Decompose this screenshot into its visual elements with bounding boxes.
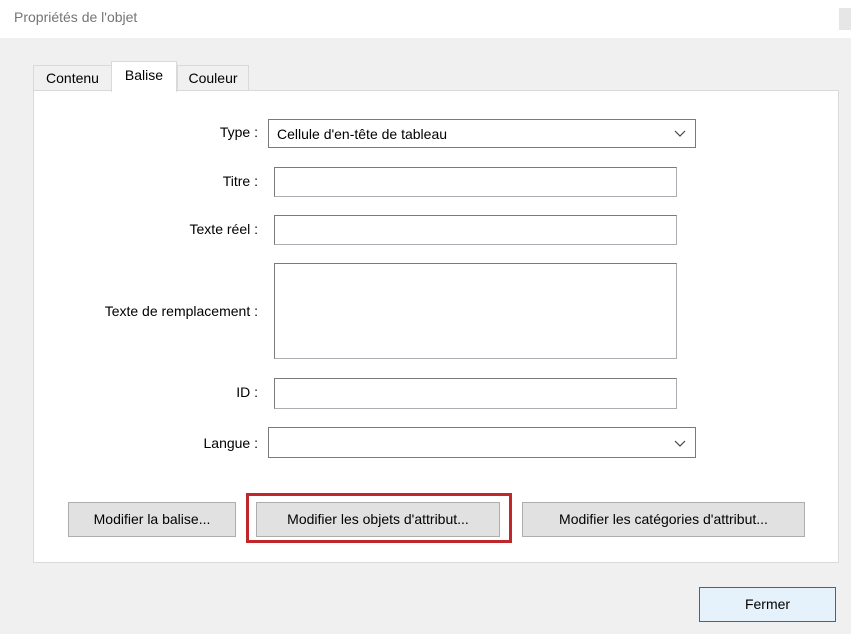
langue-select[interactable] [268, 427, 696, 458]
titre-label: Titre : [222, 173, 258, 189]
texte-reel-input[interactable] [274, 215, 677, 245]
tab-contenu[interactable]: Contenu [33, 65, 112, 91]
texte-reel-label: Texte réel : [189, 221, 258, 237]
id-label: ID : [236, 384, 258, 400]
title-bar-edge [839, 8, 851, 30]
tab-balise[interactable]: Balise [111, 61, 177, 92]
type-select-value: Cellule d'en-tête de tableau [277, 126, 448, 142]
id-input[interactable] [274, 378, 677, 409]
chevron-down-icon [674, 130, 686, 137]
modifier-objets-attribut-button[interactable]: Modifier les objets d'attribut... [256, 502, 500, 537]
modifier-balise-button[interactable]: Modifier la balise... [68, 502, 236, 537]
langue-label: Langue : [203, 435, 259, 451]
window-title: Propriétés de l'objet [14, 9, 138, 25]
type-select[interactable]: Cellule d'en-tête de tableau [268, 119, 696, 148]
chevron-down-icon [674, 440, 686, 447]
balise-tab-panel: Type : Cellule d'en-tête de tableau Titr… [33, 90, 839, 563]
title-bar: Propriétés de l'objet [0, 0, 851, 38]
tab-couleur[interactable]: Couleur [177, 65, 249, 91]
titre-input[interactable] [274, 167, 677, 197]
fermer-button[interactable]: Fermer [699, 587, 836, 622]
texte-remplacement-label: Texte de remplacement : [104, 303, 258, 319]
texte-remplacement-textarea[interactable] [274, 263, 677, 359]
object-properties-dialog: Propriétés de l'objet Contenu Balise Cou… [0, 0, 851, 634]
type-label: Type : [219, 124, 258, 140]
modifier-categories-attribut-button[interactable]: Modifier les catégories d'attribut... [522, 502, 805, 537]
